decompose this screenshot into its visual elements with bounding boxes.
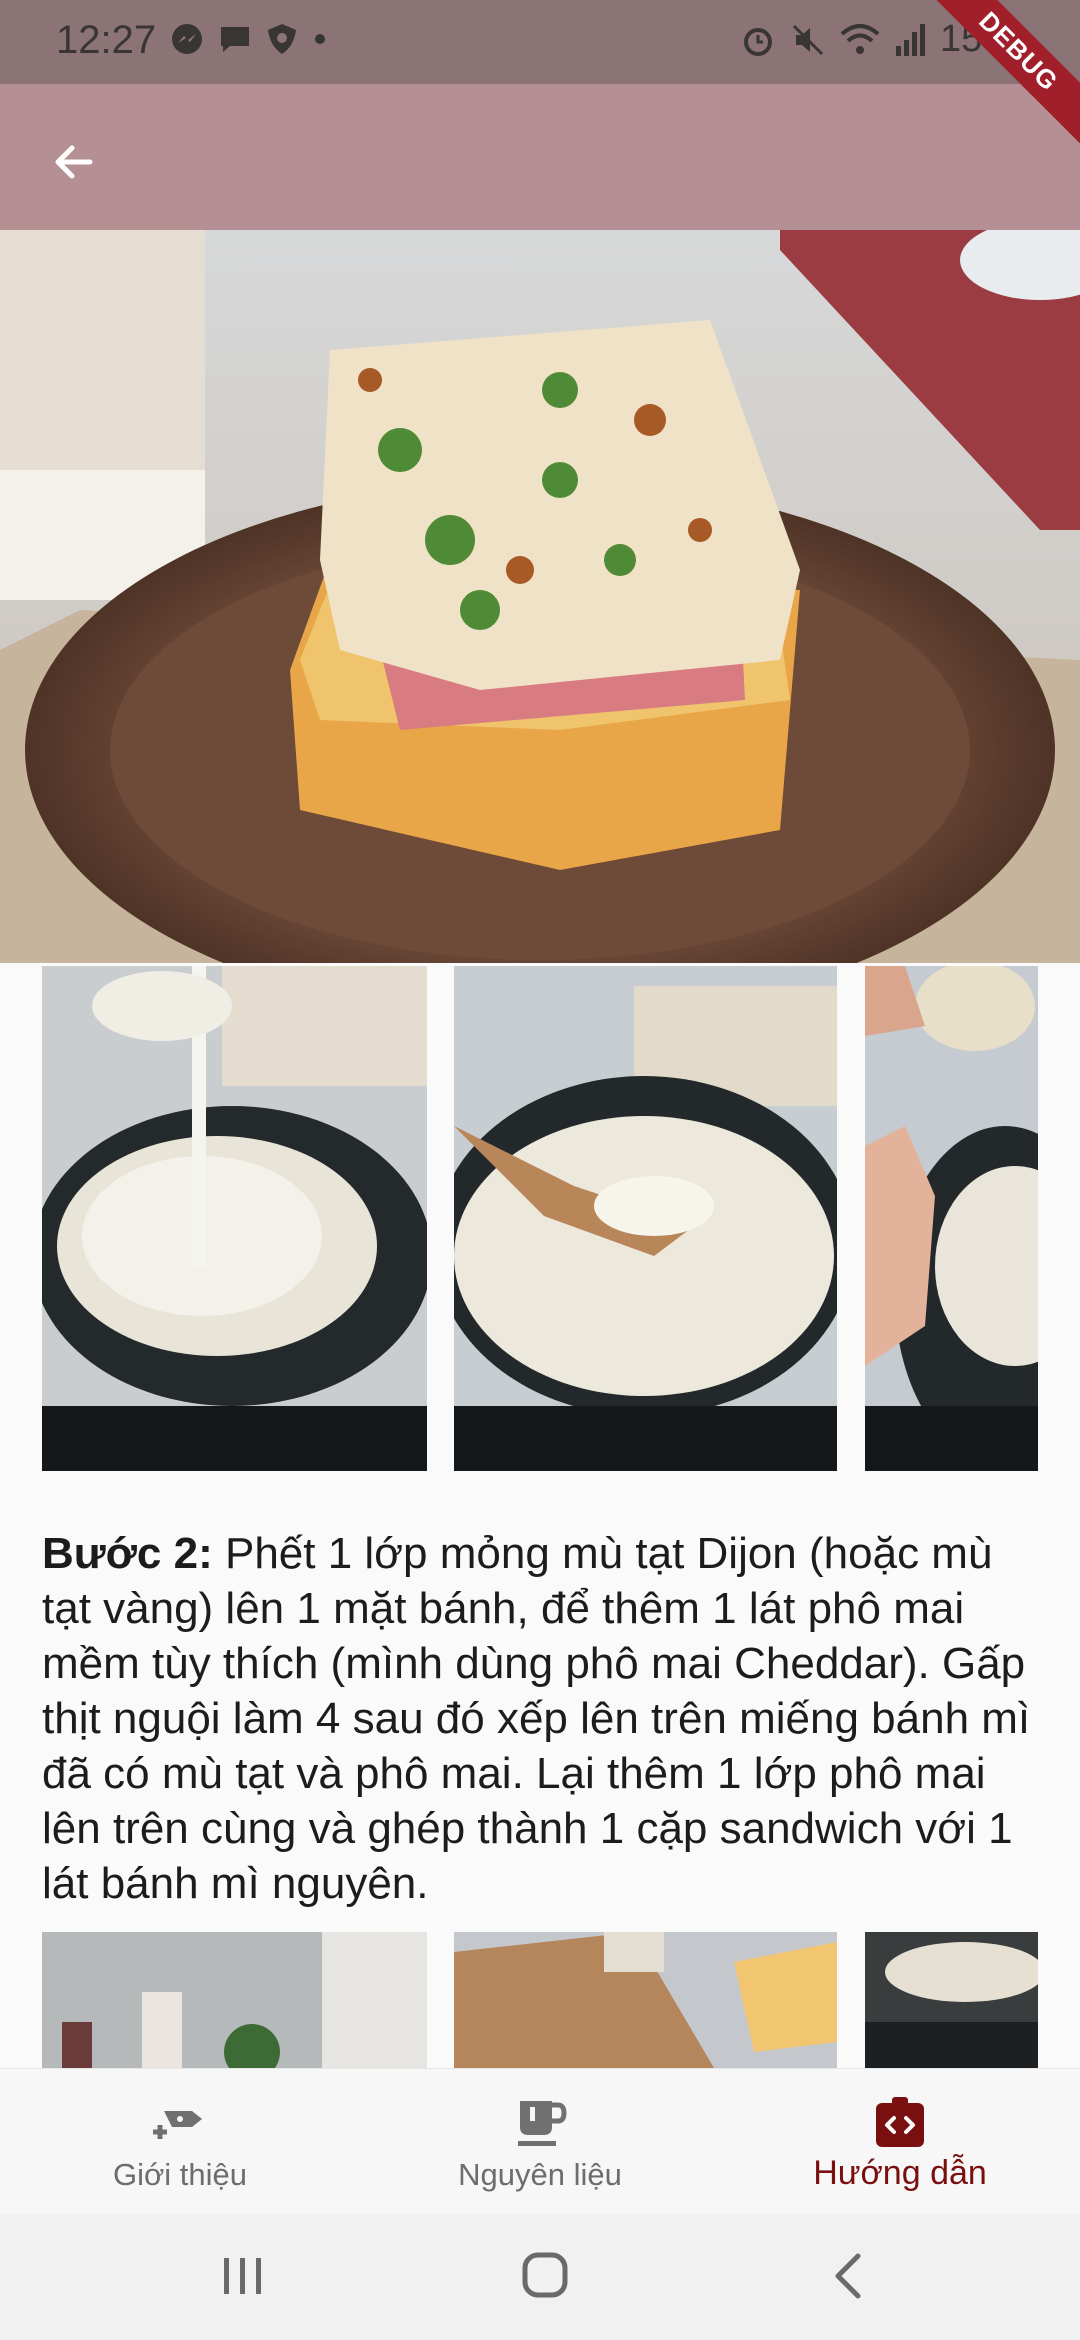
food-intro-icon	[153, 2111, 202, 2139]
step-image	[865, 1932, 1038, 2068]
code-guide-icon	[876, 2097, 924, 2147]
notification-icons	[170, 22, 328, 56]
mute-icon	[792, 24, 823, 55]
cup-icon	[518, 2101, 567, 2146]
status-time: 12:27	[56, 18, 157, 62]
app-bar	[0, 84, 1080, 230]
message-icon	[221, 27, 249, 52]
step-image	[42, 1932, 427, 2068]
tab-guide[interactable]: Hướng dẫn	[720, 2069, 1080, 2215]
home-icon[interactable]	[520, 2250, 570, 2300]
step-image	[454, 1932, 837, 2068]
tab-intro[interactable]: Giới thiệu	[0, 2069, 360, 2215]
tab-intro-label: Giới thiệu	[112, 2157, 248, 2192]
tab-ingredients-label: Nguyên liệu	[458, 2157, 622, 2192]
arrow-left-icon	[55, 145, 93, 179]
tab-guide-label: Hướng dẫn	[813, 2154, 987, 2192]
wifi-icon	[840, 23, 880, 54]
step-text: Phết 1 lớp mỏng mù tạt Dijon (hoặc mù tạ…	[42, 1529, 1031, 1908]
hero-image	[0, 230, 1080, 963]
step-image	[42, 966, 427, 1471]
step-image	[454, 966, 837, 1471]
system-navigation-bar	[0, 2214, 1080, 2340]
step-images-row-1[interactable]	[0, 966, 1080, 1471]
step-image	[865, 966, 1038, 1471]
back-nav-icon[interactable]	[830, 2252, 866, 2300]
back-button[interactable]	[40, 128, 108, 196]
recents-icon[interactable]	[218, 2254, 268, 2298]
dot-icon	[315, 34, 325, 44]
step-label: Bước 2:	[42, 1529, 213, 1578]
tab-ingredients[interactable]: Nguyên liệu	[360, 2069, 720, 2215]
status-bar: 12:27 15%	[0, 0, 1080, 84]
bottom-navigation: Giới thiệu Nguyên liệu Hướng dẫn	[0, 2068, 1080, 2215]
step-images-row-2[interactable]	[0, 1932, 1080, 2068]
alarm-icon	[743, 27, 772, 56]
shield-icon	[268, 24, 296, 54]
messenger-icon	[172, 24, 202, 54]
step-description: Bước 2: Phết 1 lớp mỏng mù tạt Dijon (ho…	[42, 1526, 1052, 1911]
signal-icon	[895, 23, 925, 56]
